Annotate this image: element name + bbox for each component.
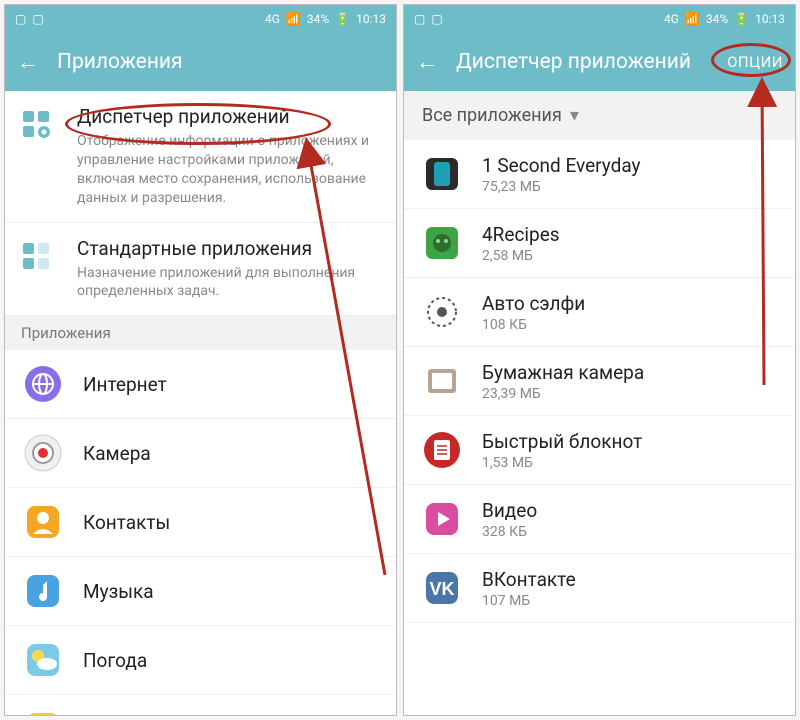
section-header: Приложения [5,316,396,350]
network-label: 4G [265,12,280,26]
app-name: Быстрый блокнот [482,430,642,453]
app-name: Музыка [83,580,154,603]
tiles-icon [21,241,53,273]
app-name: Видео [482,499,537,522]
app-row[interactable]: 4Recipes 2,58 МБ [404,209,795,278]
app-name: ВКонтакте [482,568,576,591]
network-label: 4G [664,12,679,26]
app-icon: VK [422,568,462,608]
battery-label: 34% [307,12,329,26]
app-size: 108 КБ [482,317,585,333]
app-row[interactable]: Авто сэлфи 108 КБ [404,278,795,347]
app-icon [422,223,462,263]
app-size: 2,58 МБ [482,248,560,264]
app-row[interactable]: Бумажная камера 23,39 МБ [404,347,795,416]
app-row-contacts[interactable]: Контакты [5,488,396,557]
app-icon [422,361,462,401]
filter-label: Все приложения [422,105,562,126]
back-icon[interactable]: ← [17,49,39,75]
app-icon [422,292,462,332]
app-row-music[interactable]: Музыка [5,557,396,626]
back-icon[interactable]: ← [416,49,438,75]
app-row-internet[interactable]: Интернет [5,350,396,419]
page-title: Приложения [57,50,183,74]
app-bar: ← Диспетчер приложений ОПЦИИ [404,33,795,91]
contacts-icon [23,502,63,542]
app-row[interactable]: 1 Second Everyday 75,23 МБ [404,140,795,209]
filter-dropdown[interactable]: Все приложения ▾ [404,91,795,140]
app-name: 4Recipes [482,223,560,246]
signal-icon: 📶 [286,12,301,26]
app-size: 107 МБ [482,593,576,609]
status-bar: ▢ ▢ 4G 📶 34% 🔋 10:13 [5,5,396,33]
setting-desc: Назначение приложений для выполнения опр… [77,264,380,302]
battery-label: 34% [706,12,728,26]
weather-icon [23,640,63,680]
tiles-gear-icon [21,109,53,141]
setting-title: Стандартные приложения [77,237,380,260]
app-icon [422,430,462,470]
page-title: Диспетчер приложений [456,50,691,74]
battery-icon: 🔋 [335,12,350,26]
app-name: 1 Second Everyday [482,154,641,177]
app-row-weather[interactable]: Погода [5,626,396,695]
app-icon [422,154,462,194]
status-icon: ▢ [32,12,43,26]
setting-desc: Отображение информации о приложениях и у… [77,132,380,208]
app-name: Контакты [83,511,170,534]
app-name: Погода [83,649,147,672]
app-name: Авто сэлфи [482,292,585,315]
phone-right: ▢ ▢ 4G 📶 34% 🔋 10:13 ← Диспетчер приложе… [403,4,796,716]
app-size: 328 КБ [482,524,537,540]
setting-default-apps[interactable]: Стандартные приложения Назначение прилож… [5,223,396,317]
app-size: 23,39 МБ [482,386,644,402]
signal-icon: 📶 [685,12,700,26]
setting-title: Диспетчер приложений [77,105,380,128]
app-name: Бумажная камера [482,361,644,384]
status-icon: ▢ [431,12,442,26]
options-button[interactable]: ОПЦИИ [727,53,783,71]
app-row[interactable]: Видео 328 КБ [404,485,795,554]
app-size: 75,23 МБ [482,179,641,195]
status-icon: ▢ [414,12,425,26]
app-row-camera[interactable]: Камера [5,419,396,488]
phone-left: ▢ ▢ 4G 📶 34% 🔋 10:13 ← Приложения [4,4,397,716]
status-bar: ▢ ▢ 4G 📶 34% 🔋 10:13 [404,5,795,33]
internet-icon [23,364,63,404]
time-label: 10:13 [755,12,785,26]
setting-app-manager[interactable]: Диспетчер приложений Отображение информа… [5,91,396,223]
music-icon [23,571,63,611]
app-row[interactable]: Быстрый блокнот 1,53 МБ [404,416,795,485]
battery-icon: 🔋 [734,12,749,26]
camera-icon [23,433,63,473]
time-label: 10:13 [356,12,386,26]
messages-icon [23,709,63,715]
app-name: Камера [83,442,151,465]
app-bar: ← Приложения [5,33,396,91]
status-icon: ▢ [15,12,26,26]
app-icon [422,499,462,539]
svg-text:VK: VK [429,579,454,599]
app-size: 1,53 МБ [482,455,642,471]
app-name: Интернет [83,373,167,396]
app-row[interactable]: VK ВКонтакте 107 МБ [404,554,795,623]
app-row-messages[interactable]: Сообщения [5,695,396,715]
chevron-down-icon: ▾ [570,105,579,126]
